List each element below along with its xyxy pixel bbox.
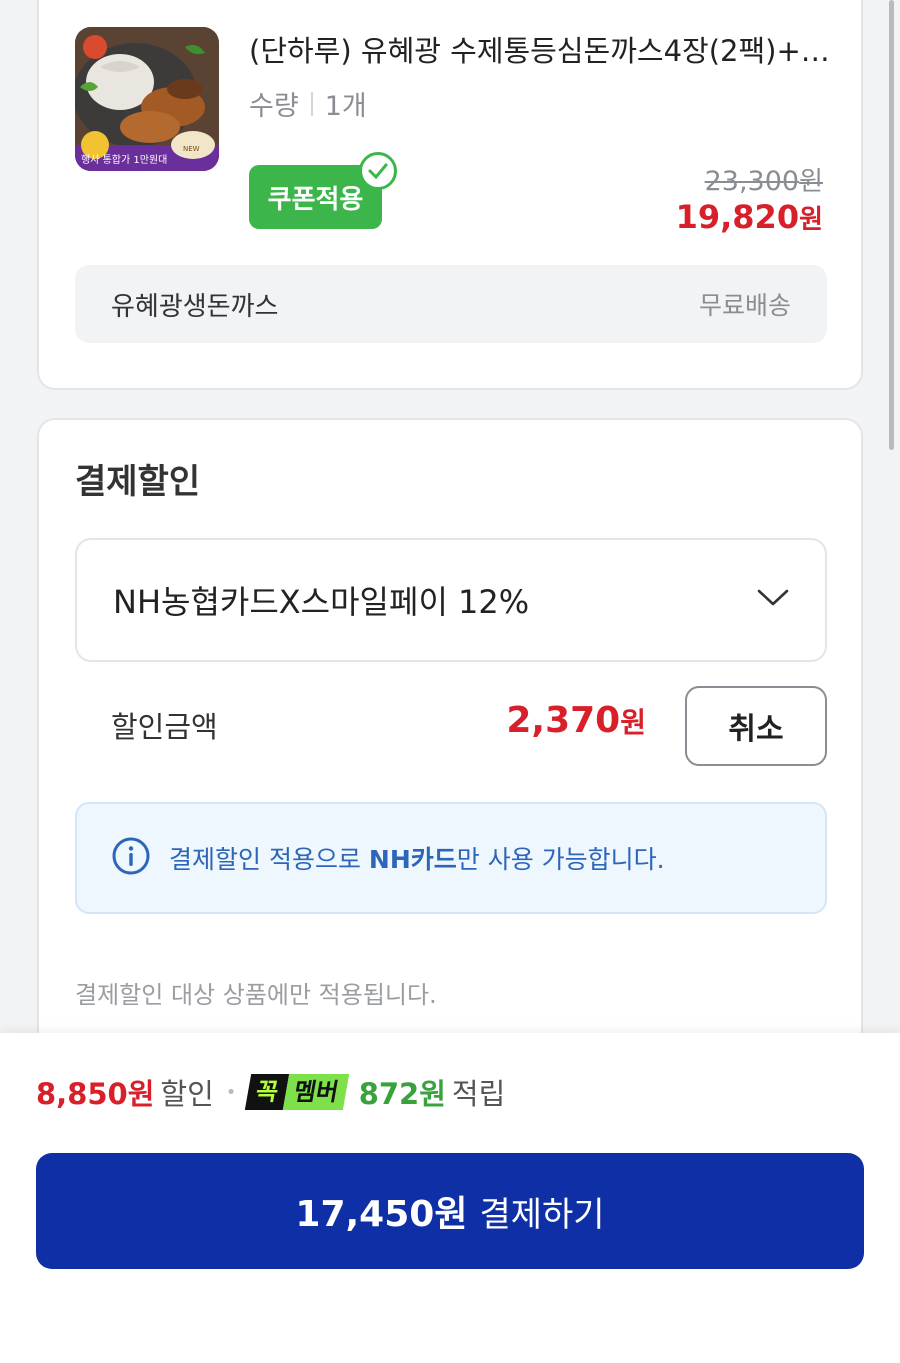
thumb-text: 행사 통합가 1만원대: [81, 154, 167, 166]
quantity: 수량 1개: [249, 84, 367, 123]
info-banner: 결제할인 적용으로 NH카드만 사용 가능합니다.: [75, 802, 827, 914]
product-title[interactable]: (단하루) 유혜광 수제통등심돈까스4장(2팩)+…: [249, 28, 839, 70]
discount-amount-value: 2,370: [506, 700, 621, 741]
dot-separator: •: [225, 1081, 237, 1103]
shop-name: 유혜광생돈까스: [111, 291, 279, 322]
currency: 원: [799, 167, 823, 197]
product-image: 행사 통합가 1만원대 NEW: [75, 27, 219, 171]
total-discount: 8,850원: [36, 1077, 155, 1111]
reward-points: 872원: [358, 1077, 446, 1111]
shipping-info: 무료배송: [698, 291, 791, 320]
original-price-value: 23,300: [704, 166, 800, 197]
quantity-label: 수량: [249, 91, 299, 122]
thumb-new: NEW: [183, 145, 200, 153]
check-icon: [359, 152, 397, 190]
savings-summary: 8,850원 할인 • 꼭 멤버 872원 적립: [36, 1071, 505, 1113]
discount-label: 할인: [160, 1077, 214, 1111]
chevron-down-icon: [757, 589, 789, 611]
info-bold: NH카드: [368, 845, 457, 874]
logo-member: 멤버: [283, 1074, 350, 1110]
discount-select[interactable]: NH농협카드X스마일페이 12%: [75, 538, 827, 662]
points-label: 적립: [451, 1077, 506, 1111]
selected-discount: NH농협카드X스마일페이 12%: [113, 583, 530, 621]
shop-row[interactable]: 유혜광생돈까스 무료배송: [75, 265, 827, 343]
quantity-value: 1개: [324, 91, 367, 122]
cancel-button[interactable]: 취소: [685, 686, 827, 766]
ggok-member-logo: 꼭 멤버: [245, 1074, 350, 1110]
info-icon: [111, 836, 151, 880]
pay-button[interactable]: 17,450원 결제하기: [36, 1153, 864, 1269]
bottom-checkout-bar: 8,850원 할인 • 꼭 멤버 872원 적립 17,450원 결제하기: [0, 1033, 900, 1363]
payment-discount-card: 결제할인 NH농협카드X스마일페이 12% 할인금액 2,370원 취소 결제할…: [37, 418, 863, 1118]
discount-amount-label: 할인금액: [111, 710, 218, 744]
info-prefix: 결제할인 적용으로: [169, 845, 369, 874]
pay-label: 결제하기: [479, 1194, 605, 1235]
sale-price-value: 19,820: [675, 198, 800, 236]
product-card: 행사 통합가 1만원대 NEW (단하루) 유혜광 수제통등심돈까스4장(2팩)…: [37, 0, 863, 390]
pay-amount: 17,450원: [295, 1194, 468, 1235]
info-text: 결제할인 적용으로 NH카드만 사용 가능합니다.: [169, 840, 665, 876]
product-thumbnail[interactable]: 행사 통합가 1만원대 NEW: [75, 27, 219, 171]
divider: [310, 91, 313, 116]
scrollbar[interactable]: [889, 0, 894, 450]
sale-price: 19,820원: [676, 198, 823, 236]
section-title: 결제할인: [75, 462, 201, 502]
currency: 원: [620, 706, 646, 739]
original-price: 23,300원: [705, 161, 823, 198]
info-suffix: 만 사용 가능합니다.: [456, 845, 665, 874]
currency: 원: [799, 205, 823, 235]
discount-amount: 2,370원: [506, 700, 646, 741]
discount-note: 결제할인 대상 상품에만 적용됩니다.: [75, 981, 437, 1009]
